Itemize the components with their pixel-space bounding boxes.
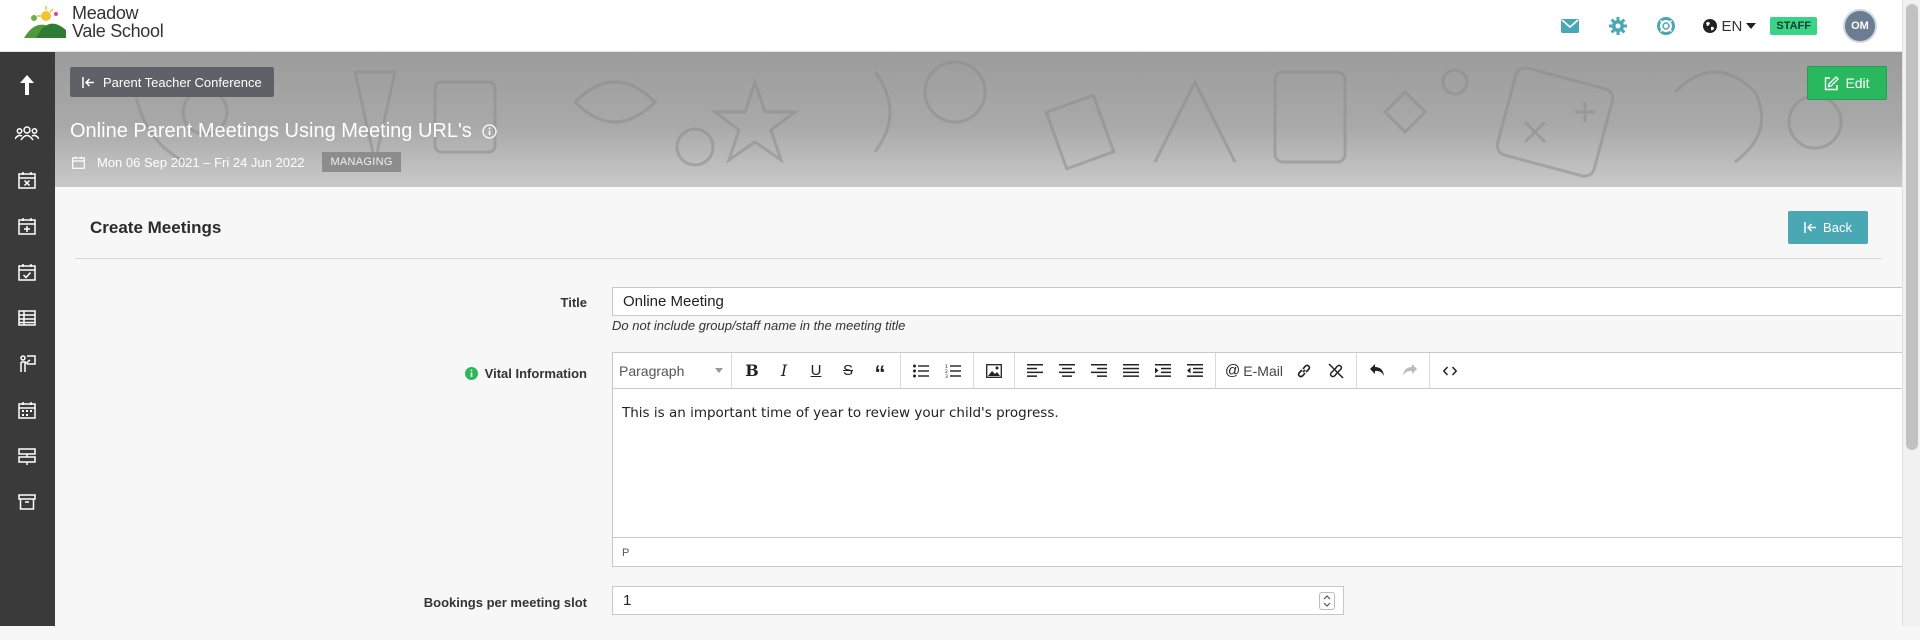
create-meetings-panel: Create Meetings Back Title Online Meetin… [75, 200, 1920, 640]
rich-text-editor: Paragraph B I U S “ 123 @ E-Mail This is… [612, 352, 1920, 567]
indent-icon[interactable] [1147, 356, 1179, 386]
align-right-icon[interactable] [1083, 356, 1115, 386]
bullet-list-icon[interactable] [905, 356, 937, 386]
scrollbar-thumb[interactable] [1906, 4, 1918, 450]
svg-text:3: 3 [945, 374, 948, 378]
image-icon[interactable] [978, 356, 1010, 386]
presenter-icon[interactable] [14, 351, 40, 377]
at-sign-icon: @ [1225, 362, 1241, 379]
calendar-plus-icon[interactable] [14, 213, 40, 239]
outdent-icon[interactable] [1179, 356, 1211, 386]
title-input-value: Online Meeting [623, 293, 724, 310]
vital-info-text: Vital Information [484, 366, 587, 381]
bookings-input-value: 1 [623, 592, 632, 609]
panel-heading: Create Meetings [90, 218, 222, 237]
editor-content[interactable]: This is an important time of year to rev… [613, 389, 1920, 537]
arrow-left-bar-icon [82, 76, 94, 88]
unlink-icon[interactable] [1320, 356, 1352, 386]
format-select[interactable]: Paragraph [613, 363, 731, 379]
back-label: Back [1823, 220, 1852, 235]
email-link-button[interactable]: @ E-Mail [1220, 356, 1288, 386]
bookings-label: Bookings per meeting slot [423, 595, 587, 610]
title-label: Title [560, 295, 588, 310]
edit-icon [1825, 75, 1840, 90]
caret-down-icon [715, 368, 723, 373]
editor-statusbar: P [613, 537, 1920, 566]
italic-icon[interactable]: I [768, 356, 800, 386]
page-title-text: Online Parent Meetings Using Meeting URL… [70, 120, 472, 142]
numbered-list-icon[interactable]: 123 [937, 356, 969, 386]
align-left-icon[interactable] [1019, 356, 1051, 386]
users-icon[interactable] [14, 120, 40, 146]
arrow-left-bar-icon [1804, 222, 1817, 233]
logo-mark-icon [22, 4, 68, 40]
status-badge: MANAGING [322, 152, 401, 172]
info-icon[interactable] [482, 124, 497, 139]
blockquote-icon[interactable]: “ [864, 356, 896, 386]
element-path[interactable]: P [622, 547, 629, 559]
user-avatar[interactable]: OM [1843, 9, 1877, 43]
bookings-input[interactable]: 1 [612, 586, 1344, 615]
page-banner: Parent Teacher Conference Edit Online Pa… [55, 52, 1902, 187]
caret-down-icon [1746, 23, 1757, 29]
align-center-icon[interactable] [1051, 356, 1083, 386]
archive-icon[interactable] [14, 489, 40, 515]
editor-toolbar: Paragraph B I U S “ 123 @ E-Mail [613, 352, 1920, 389]
language-code: EN [1721, 17, 1743, 35]
source-code-icon[interactable] [1434, 356, 1466, 386]
stepper-arrows-icon [1323, 595, 1331, 607]
envelope-icon[interactable] [1558, 14, 1582, 38]
undo-icon[interactable] [1361, 356, 1393, 386]
calendar-icon[interactable] [14, 397, 40, 423]
edit-button[interactable]: Edit [1807, 66, 1887, 100]
align-justify-icon[interactable] [1115, 356, 1147, 386]
breadcrumb-back-button[interactable]: Parent Teacher Conference [70, 67, 274, 97]
edit-label: Edit [1845, 75, 1870, 91]
info-circle-icon[interactable] [464, 367, 478, 380]
lifebuoy-icon[interactable] [1654, 14, 1678, 38]
title-input[interactable]: Online Meeting [612, 287, 1920, 316]
strikethrough-icon[interactable]: S [832, 356, 864, 386]
school-name-line2: Vale School [72, 21, 164, 41]
divider [75, 258, 1882, 259]
date-range: Mon 06 Sep 2021 – Fri 24 Jun 2022 [97, 154, 305, 170]
back-button[interactable]: Back [1788, 211, 1868, 244]
email-label: E-Mail [1243, 362, 1283, 379]
calendar-x-icon[interactable] [14, 167, 40, 193]
language-selector[interactable]: EN [1702, 18, 1757, 35]
link-icon[interactable] [1288, 356, 1320, 386]
calendar-check-icon[interactable] [14, 259, 40, 285]
event-meta: Mon 06 Sep 2021 – Fri 24 Jun 2022 MANAGI… [72, 152, 401, 172]
table-icon[interactable] [14, 305, 40, 331]
signpost-icon[interactable] [14, 443, 40, 469]
sidebar [0, 52, 55, 626]
underline-icon[interactable]: U [800, 356, 832, 386]
upload-arrow-icon[interactable] [14, 72, 40, 98]
title-help-text: Do not include group/staff name in the m… [612, 318, 906, 333]
redo-icon[interactable] [1393, 356, 1425, 386]
school-name-line1: Meadow [72, 3, 139, 23]
globe-icon [1702, 19, 1717, 33]
gear-icon[interactable] [1606, 14, 1630, 38]
school-logo[interactable]: Meadow Vale School [22, 3, 164, 41]
format-select-value: Paragraph [619, 362, 685, 379]
calendar-small-icon [72, 156, 85, 169]
bold-icon[interactable]: B [736, 356, 768, 386]
role-badge: STAFF [1770, 17, 1817, 35]
breadcrumb-label: Parent Teacher Conference [103, 74, 262, 90]
page-title: Online Parent Meetings Using Meeting URL… [70, 120, 497, 143]
top-bar: Meadow Vale School EN STAFF OM [0, 0, 1902, 52]
vital-info-label: Vital Information [375, 366, 587, 381]
vertical-scrollbar[interactable] [1902, 0, 1920, 626]
number-stepper[interactable] [1319, 592, 1335, 610]
